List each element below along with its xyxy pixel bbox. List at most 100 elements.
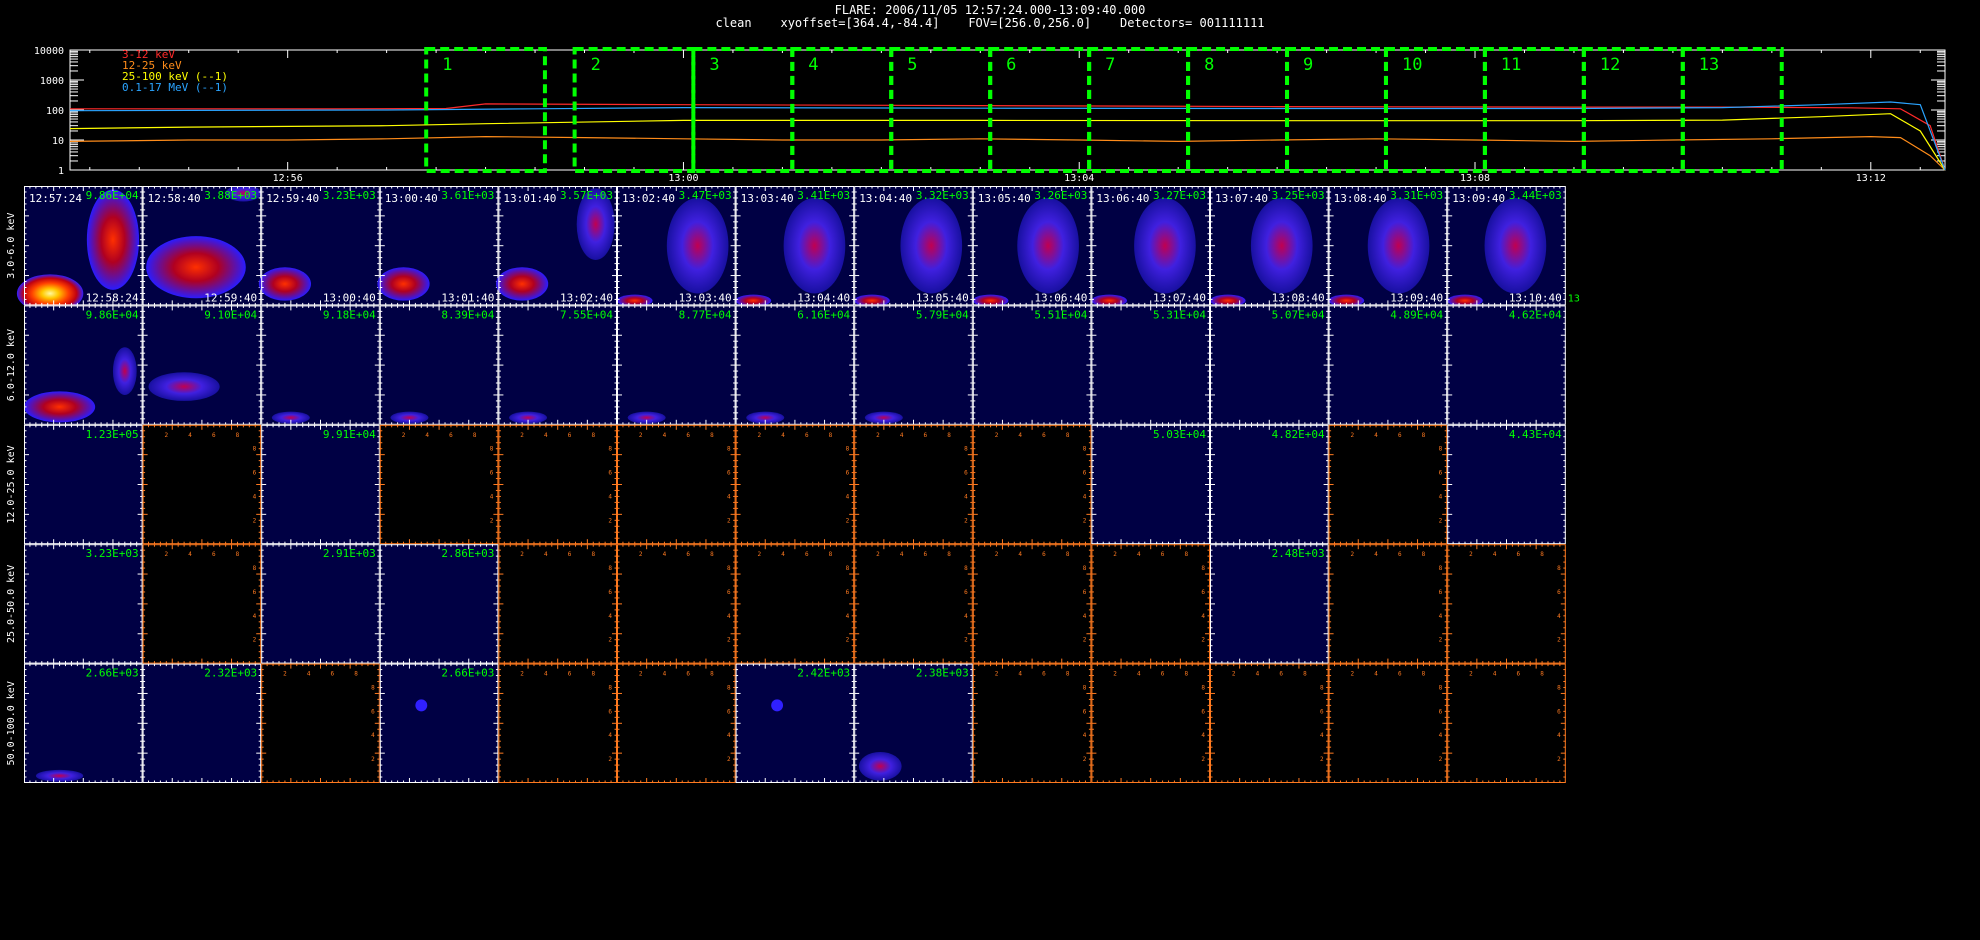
panel-axis-label: 4 bbox=[1439, 613, 1443, 620]
source-emission bbox=[1367, 197, 1430, 294]
empty-panel bbox=[617, 663, 736, 783]
panel-axis-label: 4 bbox=[1083, 613, 1087, 620]
panel-axis-label: 2 bbox=[639, 432, 643, 439]
source-emission bbox=[148, 372, 220, 401]
interval-box bbox=[1680, 47, 1784, 173]
panel-start-time: 13:02:40 bbox=[622, 192, 675, 205]
panel-axis-label: 6 bbox=[490, 470, 494, 477]
image-panel bbox=[498, 305, 617, 425]
panel-axis-label: 6 bbox=[1517, 551, 1521, 558]
panel-axis-label: 2 bbox=[253, 637, 257, 644]
panel-axis-label: 8 bbox=[727, 684, 731, 691]
image-panel bbox=[854, 305, 973, 425]
interval-box bbox=[1482, 47, 1586, 173]
panel-axis-label: 2 bbox=[608, 517, 612, 524]
panel-peak-value: 2.86E+03 bbox=[441, 547, 494, 560]
panel-axis-label: 8 bbox=[354, 671, 358, 678]
panel-start-time: 12:58:40 bbox=[148, 192, 201, 205]
source-emission bbox=[1250, 197, 1313, 294]
source-emission bbox=[377, 267, 430, 301]
panel-axis-label: 8 bbox=[1557, 565, 1561, 572]
panel-axis-label: 2 bbox=[520, 551, 524, 558]
empty-panel bbox=[142, 424, 262, 545]
panel-axis-label: 6 bbox=[568, 671, 572, 678]
panel-axis-label: 6 bbox=[331, 671, 335, 678]
panel-peak-value: 1.23E+05 bbox=[86, 428, 139, 441]
panel-axis-label: 6 bbox=[1398, 432, 1402, 439]
panel-peak-value: 3.25E+03 bbox=[1272, 189, 1325, 202]
interval-label: 6 bbox=[1006, 55, 1016, 75]
empty-panel bbox=[1328, 544, 1448, 664]
panel-axis-label: 6 bbox=[1201, 589, 1205, 596]
panel-axis-label: 8 bbox=[727, 446, 731, 453]
interval-label: 5 bbox=[907, 55, 917, 75]
panel-axis-label: 6 bbox=[1083, 470, 1087, 477]
panel-axis-label: 6 bbox=[1042, 432, 1046, 439]
empty-panel bbox=[1328, 424, 1448, 545]
interval-box bbox=[1383, 47, 1487, 173]
panel-axis-label: 2 bbox=[1201, 637, 1205, 644]
panel-axis-label: 2 bbox=[876, 432, 880, 439]
panel-axis-label: 2 bbox=[1469, 551, 1473, 558]
panel-axis-label: 8 bbox=[829, 432, 833, 439]
panel-end-time: 13:08:40 bbox=[1272, 291, 1325, 304]
image-panel bbox=[142, 305, 262, 425]
source-emission bbox=[1134, 197, 1196, 294]
panel-start-time: 13:04:40 bbox=[859, 192, 912, 205]
panel-axis-label: 6 bbox=[1398, 551, 1402, 558]
image-panel bbox=[379, 663, 499, 783]
panel-axis-label: 2 bbox=[639, 551, 643, 558]
panel-axis-label: 8 bbox=[1422, 551, 1426, 558]
panel-axis-label: 8 bbox=[1184, 551, 1188, 558]
panel-axis-label: 2 bbox=[608, 637, 612, 644]
panel-axis-label: 4 bbox=[253, 493, 257, 500]
panel-axis-label: 6 bbox=[1439, 470, 1443, 477]
panel-axis-label: 2 bbox=[1083, 637, 1087, 644]
panel-axis-label: 6 bbox=[805, 551, 809, 558]
empty-panel bbox=[142, 544, 262, 664]
panel-axis-label: 8 bbox=[846, 446, 850, 453]
x-tick-label: 13:12 bbox=[1856, 173, 1886, 184]
panel-axis-label: 4 bbox=[608, 732, 612, 739]
panel-axis-label: 6 bbox=[1161, 551, 1165, 558]
panel-end-time: 12:59:40 bbox=[204, 291, 257, 304]
interval-label: 12 bbox=[1600, 55, 1620, 75]
panel-axis-label: 6 bbox=[449, 432, 453, 439]
panel-axis-label: 4 bbox=[727, 613, 731, 620]
interval-label: 1 bbox=[442, 55, 452, 75]
panel-end-time: 13:00:40 bbox=[323, 291, 376, 304]
panel-end-time: 12:58:24 bbox=[86, 291, 139, 304]
panel-axis-label: 4 bbox=[663, 671, 667, 678]
panel-peak-value: 3.27E+03 bbox=[1153, 189, 1206, 202]
panel-start-time: 13:01:40 bbox=[503, 192, 556, 205]
energy-band-label: 3.0-6.0 keV bbox=[6, 213, 17, 279]
panel-peak-value: 3.23E+03 bbox=[323, 189, 376, 202]
lightcurve-series-line bbox=[69, 113, 1946, 171]
image-panel bbox=[1447, 305, 1566, 425]
panel-axis-label: 4 bbox=[307, 671, 311, 678]
panel-peak-value: 9.18E+04 bbox=[323, 308, 376, 321]
panel-axis-label: 6 bbox=[727, 589, 731, 596]
panel-peak-value: 3.23E+03 bbox=[86, 547, 139, 560]
panel-axis-label: 8 bbox=[710, 432, 714, 439]
source-emission bbox=[35, 769, 84, 782]
panel-peak-value: 3.31E+03 bbox=[1390, 189, 1443, 202]
panel-axis-label: 4 bbox=[544, 551, 548, 558]
panel-axis-label: 6 bbox=[371, 708, 375, 715]
panel-axis-label: 2 bbox=[520, 671, 524, 678]
panel-axis-label: 8 bbox=[1066, 432, 1070, 439]
energy-band-label: 6.0-12.0 keV bbox=[6, 329, 17, 401]
source-emission bbox=[496, 267, 549, 301]
panel-axis-label: 2 bbox=[1557, 637, 1561, 644]
source-emission bbox=[24, 391, 96, 423]
panel-axis-label: 8 bbox=[591, 551, 595, 558]
empty-panel bbox=[972, 544, 1092, 664]
panel-axis-label: 6 bbox=[924, 551, 928, 558]
panel-axis-label: 8 bbox=[236, 432, 240, 439]
panel-axis-label: 2 bbox=[964, 637, 968, 644]
panel-axis-label: 8 bbox=[371, 684, 375, 691]
panel-axis-label: 2 bbox=[371, 756, 375, 763]
panel-axis-label: 8 bbox=[829, 551, 833, 558]
panel-axis-label: 8 bbox=[473, 432, 477, 439]
source-emission bbox=[783, 197, 846, 294]
